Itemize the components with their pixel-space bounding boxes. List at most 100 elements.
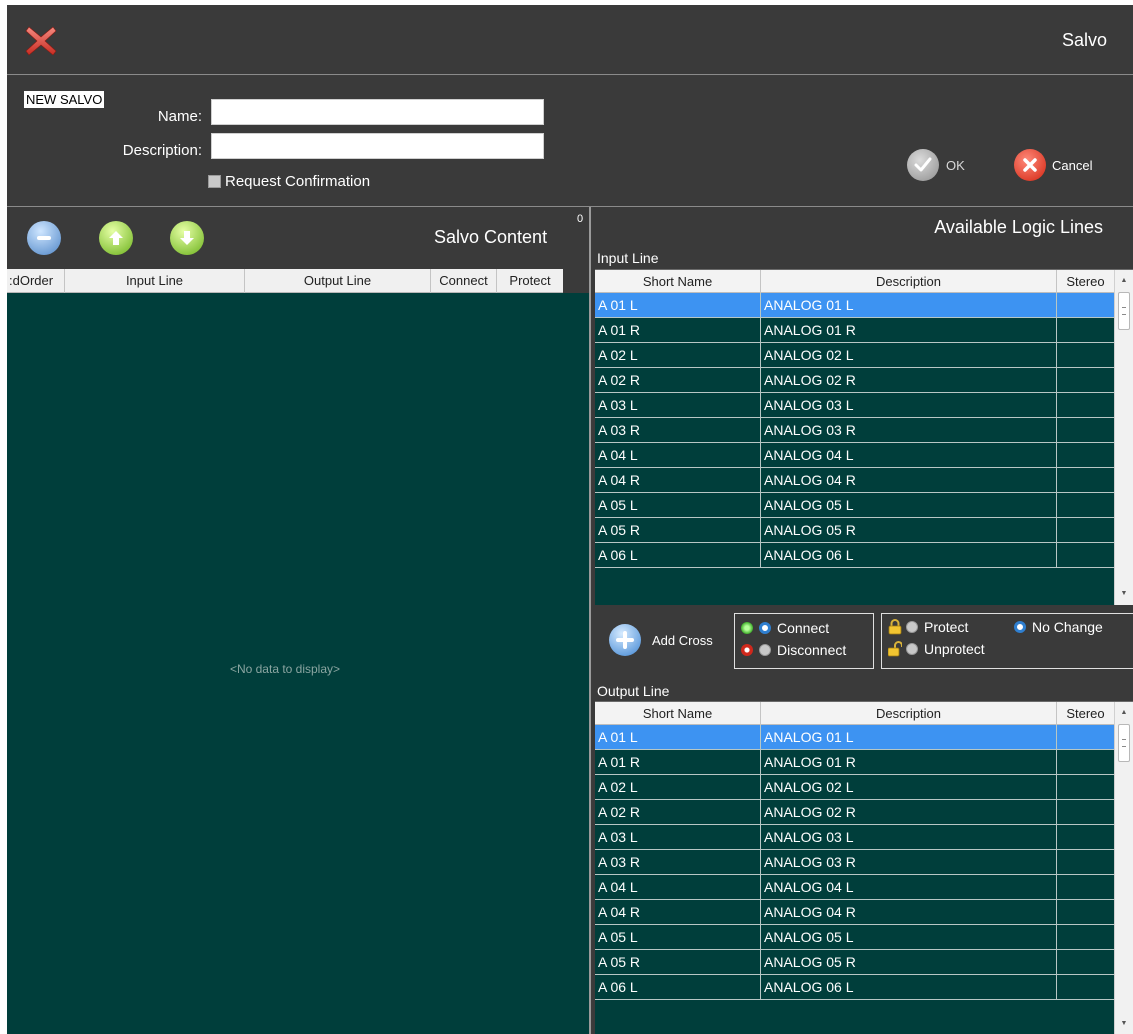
salvo-form: NEW SALVO Name: Description: Request Con…	[7, 76, 1133, 207]
cell-description: ANALOG 02 L	[761, 343, 1057, 367]
table-row[interactable]: A 06 L ANALOG 06 L	[595, 975, 1114, 1000]
table-row[interactable]: A 05 L ANALOG 05 L	[595, 925, 1114, 950]
table-row[interactable]: A 04 L ANALOG 04 L	[595, 443, 1114, 468]
remove-button[interactable]	[27, 221, 61, 255]
table-row[interactable]: A 05 R ANALOG 05 R	[595, 950, 1114, 975]
table-row[interactable]: A 01 L ANALOG 01 L	[595, 293, 1114, 318]
column-header-stereo[interactable]: Stereo	[1057, 270, 1114, 294]
cell-stereo	[1057, 518, 1114, 542]
protect-radio[interactable]	[906, 621, 918, 633]
input-line-title: Input Line	[597, 250, 659, 266]
table-row[interactable]: A 03 L ANALOG 03 L	[595, 825, 1114, 850]
scroll-up-icon[interactable]: ▲	[1115, 272, 1133, 290]
column-header-stereo[interactable]: Stereo	[1057, 702, 1114, 726]
output-grid-body: A 01 L ANALOG 01 LA 01 R ANALOG 01 RA 02 L…	[595, 725, 1114, 1034]
column-header-description[interactable]: Description	[761, 270, 1057, 294]
cell-short-name: A 01 L	[595, 725, 761, 749]
table-row[interactable]: A 01 R ANALOG 01 R	[595, 750, 1114, 775]
cancel-x-icon	[1014, 149, 1046, 181]
cell-stereo	[1057, 493, 1114, 517]
cell-description: ANALOG 01 R	[761, 318, 1057, 342]
cell-short-name: A 05 R	[595, 950, 761, 974]
cell-stereo	[1057, 800, 1114, 824]
scroll-up-icon[interactable]: ▲	[1115, 704, 1133, 722]
cell-description: ANALOG 01 L	[761, 293, 1057, 317]
add-cross-button[interactable]: Add Cross	[609, 624, 713, 656]
cell-description: ANALOG 02 L	[761, 775, 1057, 799]
table-row[interactable]: A 04 R ANALOG 04 R	[595, 468, 1114, 493]
unprotect-radio[interactable]	[906, 643, 918, 655]
cell-stereo	[1057, 975, 1114, 999]
table-row[interactable]: A 03 L ANALOG 03 L	[595, 393, 1114, 418]
table-row[interactable]: A 01 R ANALOG 01 R	[595, 318, 1114, 343]
close-x-icon[interactable]	[23, 23, 59, 59]
cell-description: ANALOG 06 L	[761, 975, 1057, 999]
table-row[interactable]: A 06 L ANALOG 06 L	[595, 543, 1114, 568]
cell-short-name: A 06 L	[595, 975, 761, 999]
no-change-option[interactable]: No Change	[1014, 619, 1103, 635]
column-header-short-name[interactable]: Short Name	[595, 270, 761, 294]
cell-description: ANALOG 04 L	[761, 443, 1057, 467]
cell-short-name: A 04 R	[595, 900, 761, 924]
connect-option[interactable]: Connect	[741, 620, 829, 636]
table-row[interactable]: A 01 L ANALOG 01 L	[595, 725, 1114, 750]
table-row[interactable]: A 03 R ANALOG 03 R	[595, 850, 1114, 875]
connect-radio[interactable]	[759, 622, 771, 634]
cell-short-name: A 01 L	[595, 293, 761, 317]
column-header-short-name[interactable]: Short Name	[595, 702, 761, 726]
salvo-content-grid[interactable]: <No data to display>	[7, 293, 589, 1034]
scroll-down-icon[interactable]: ▼	[1115, 585, 1133, 603]
move-down-button[interactable]	[170, 221, 204, 255]
scroll-down-icon[interactable]: ▼	[1115, 1015, 1133, 1033]
input-grid-scrollbar[interactable]: ▲ ▼	[1114, 270, 1133, 605]
cell-short-name: A 02 L	[595, 775, 761, 799]
ok-button[interactable]: OK	[907, 149, 965, 181]
minus-icon	[37, 236, 51, 240]
cell-stereo	[1057, 368, 1114, 392]
cell-description: ANALOG 03 R	[761, 418, 1057, 442]
column-header-input-line[interactable]: Input Line	[65, 269, 245, 293]
salvo-dialog: Salvo NEW SALVO Name: Description: Reque…	[7, 5, 1133, 1034]
table-row[interactable]: A 02 L ANALOG 02 L	[595, 775, 1114, 800]
cell-stereo	[1057, 543, 1114, 567]
disconnect-radio[interactable]	[759, 644, 771, 656]
cancel-button[interactable]: Cancel	[1014, 149, 1092, 181]
protect-option[interactable]: Protect	[888, 619, 968, 635]
column-header-connect[interactable]: Connect	[431, 269, 497, 293]
scroll-thumb[interactable]	[1118, 724, 1130, 762]
request-confirmation-checkbox[interactable]	[208, 175, 221, 188]
cell-short-name: A 01 R	[595, 318, 761, 342]
table-row[interactable]: A 03 R ANALOG 03 R	[595, 418, 1114, 443]
salvo-content-title: Salvo Content	[434, 227, 548, 247]
column-header-order[interactable]: :dOrder	[7, 269, 65, 293]
scroll-thumb[interactable]	[1118, 292, 1130, 330]
cell-short-name: A 03 L	[595, 825, 761, 849]
cell-short-name: A 02 R	[595, 800, 761, 824]
column-header-output-line[interactable]: Output Line	[245, 269, 431, 293]
description-input[interactable]	[211, 133, 544, 159]
unprotect-option[interactable]: Unprotect	[888, 641, 985, 657]
cell-short-name: A 04 R	[595, 468, 761, 492]
cell-short-name: A 01 R	[595, 750, 761, 774]
name-input[interactable]	[211, 99, 544, 125]
column-header-description[interactable]: Description	[761, 702, 1057, 726]
table-row[interactable]: A 02 L ANALOG 02 L	[595, 343, 1114, 368]
table-row[interactable]: A 02 R ANALOG 02 R	[595, 368, 1114, 393]
table-row[interactable]: A 05 R ANALOG 05 R	[595, 518, 1114, 543]
column-header-protect[interactable]: Protect	[497, 269, 563, 293]
cell-description: ANALOG 05 R	[761, 950, 1057, 974]
move-up-button[interactable]	[99, 221, 133, 255]
no-change-radio[interactable]	[1014, 621, 1026, 633]
arrow-down-icon	[180, 231, 194, 245]
table-row[interactable]: A 04 L ANALOG 04 L	[595, 875, 1114, 900]
unlock-icon	[888, 641, 902, 657]
request-confirmation-option[interactable]: Request Confirmation	[208, 173, 370, 190]
connect-options-group: Connect Disconnect	[734, 613, 874, 669]
table-row[interactable]: A 05 L ANALOG 05 L	[595, 493, 1114, 518]
output-grid-scrollbar[interactable]: ▲ ▼	[1114, 702, 1133, 1034]
no-change-label: No Change	[1032, 619, 1103, 635]
disconnect-option[interactable]: Disconnect	[741, 642, 846, 658]
table-row[interactable]: A 04 R ANALOG 04 R	[595, 900, 1114, 925]
table-row[interactable]: A 02 R ANALOG 02 R	[595, 800, 1114, 825]
cell-stereo	[1057, 850, 1114, 874]
